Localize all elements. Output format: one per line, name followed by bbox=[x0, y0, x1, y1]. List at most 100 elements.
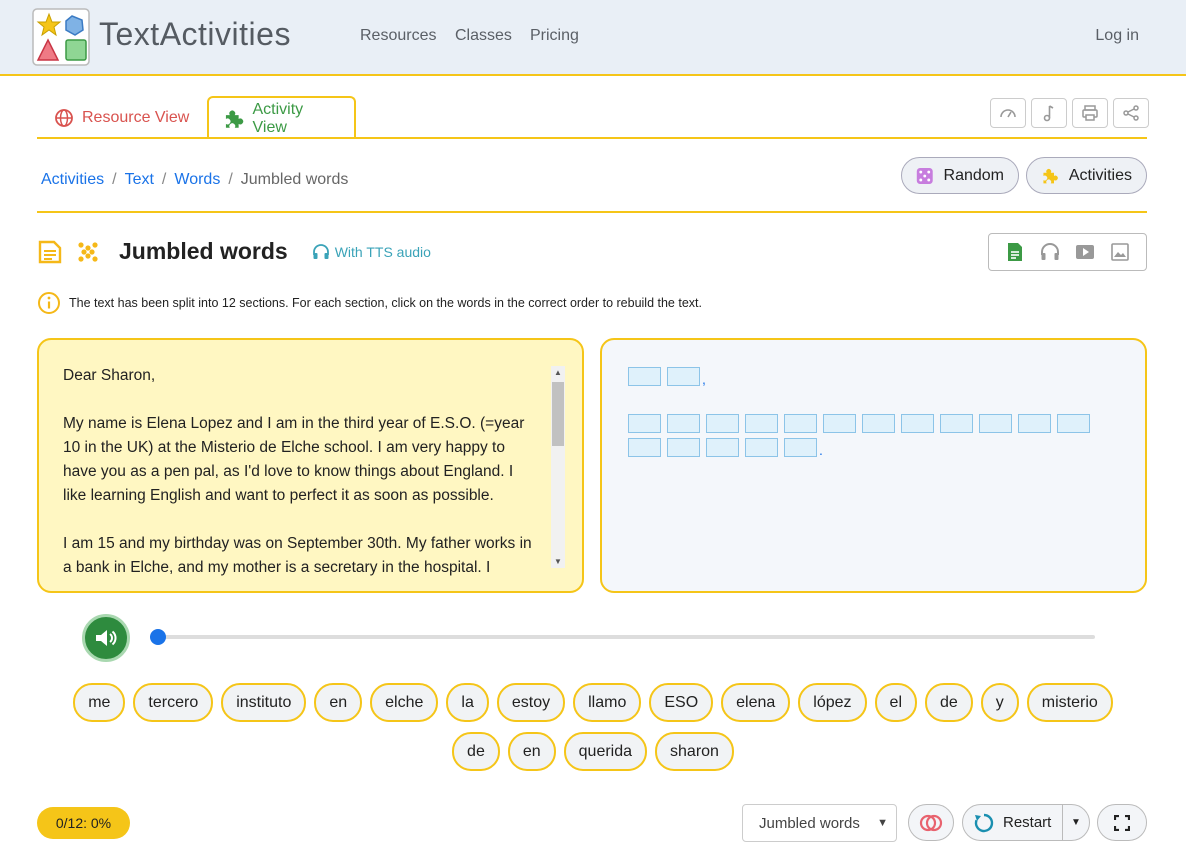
answer-panel: , . bbox=[600, 338, 1147, 593]
fullscreen-button[interactable] bbox=[1097, 804, 1147, 841]
word-chip[interactable]: querida bbox=[563, 732, 648, 771]
info-icon bbox=[38, 292, 60, 314]
answer-slot[interactable] bbox=[823, 414, 856, 433]
answer-slot[interactable] bbox=[667, 414, 700, 433]
audio-progress-track[interactable] bbox=[155, 635, 1095, 639]
answer-slot[interactable] bbox=[706, 438, 739, 457]
word-chip[interactable]: tercero bbox=[133, 683, 214, 722]
answer-slot[interactable] bbox=[1018, 414, 1051, 433]
answer-slot[interactable] bbox=[667, 367, 700, 386]
page-title: Jumbled words bbox=[119, 238, 288, 264]
answer-slot[interactable] bbox=[1057, 414, 1090, 433]
activity-mode-value: Jumbled words bbox=[759, 814, 860, 832]
word-chip[interactable]: ESO bbox=[649, 683, 714, 722]
word-chip[interactable]: en bbox=[314, 683, 363, 722]
text-scrollbar[interactable]: ▲ ▼ bbox=[551, 366, 565, 568]
answer-punctuation: . bbox=[819, 442, 823, 458]
word-chip[interactable]: me bbox=[73, 683, 126, 722]
dice-icon bbox=[916, 167, 933, 184]
audio-play-button[interactable] bbox=[82, 614, 130, 662]
answer-slot[interactable] bbox=[784, 414, 817, 433]
scroll-thumb[interactable] bbox=[552, 382, 564, 446]
word-chip[interactable]: la bbox=[446, 683, 489, 722]
audio-progress-thumb[interactable] bbox=[150, 629, 166, 645]
answer-slot[interactable] bbox=[706, 414, 739, 433]
restart-button[interactable]: Restart bbox=[962, 804, 1063, 841]
breadcrumb-current: Jumbled words bbox=[240, 171, 349, 188]
answer-slot[interactable] bbox=[901, 414, 934, 433]
video-play-icon[interactable] bbox=[1075, 242, 1095, 262]
word-chip[interactable]: elena bbox=[721, 683, 791, 722]
word-bank: me tercero instituto en elche la estoy llamo ESO… bbox=[50, 683, 1136, 771]
print-button[interactable] bbox=[1072, 98, 1108, 128]
word-chip[interactable]: llamo bbox=[573, 683, 642, 722]
source-text-panel[interactable]: Dear Sharon, My name is Elena Lopez and … bbox=[37, 338, 584, 593]
score-badge: 0/12: 0% bbox=[37, 807, 130, 839]
tab-activity-view[interactable]: Activity View bbox=[207, 96, 356, 139]
scroll-down-arrow[interactable]: ▼ bbox=[554, 557, 562, 566]
breadcrumb-separator: / bbox=[161, 171, 167, 188]
login-link[interactable]: Log in bbox=[1095, 27, 1139, 45]
scatter-dots-icon bbox=[78, 241, 98, 262]
nav-resources[interactable]: Resources bbox=[360, 27, 436, 45]
answer-slot[interactable] bbox=[628, 438, 661, 457]
answer-slot[interactable] bbox=[628, 414, 661, 433]
tab-underline bbox=[37, 137, 1147, 139]
word-chip[interactable]: sharon bbox=[655, 732, 734, 771]
word-chip[interactable]: el bbox=[874, 683, 917, 722]
share-button[interactable] bbox=[1113, 98, 1149, 128]
music-button[interactable] bbox=[1031, 98, 1067, 128]
image-icon[interactable] bbox=[1110, 242, 1130, 262]
answer-slot[interactable] bbox=[667, 438, 700, 457]
tab-resource-view[interactable]: Resource View bbox=[40, 96, 203, 139]
restart-icon bbox=[974, 813, 994, 832]
answer-row bbox=[628, 414, 1090, 433]
answer-slot[interactable] bbox=[784, 438, 817, 457]
breadcrumb-words[interactable]: Words bbox=[174, 171, 220, 189]
breadcrumb: Activities / Text / Words / Jumbled word… bbox=[41, 171, 348, 189]
word-chip[interactable]: de bbox=[452, 732, 500, 771]
restart-dropdown-toggle[interactable]: ▼ bbox=[1062, 804, 1090, 841]
puzzle-piece-icon bbox=[225, 110, 244, 128]
answer-slot[interactable] bbox=[745, 438, 778, 457]
answer-slot[interactable] bbox=[862, 414, 895, 433]
section-divider bbox=[37, 211, 1147, 213]
speaker-icon bbox=[96, 630, 117, 646]
caret-down-icon: ▼ bbox=[1071, 817, 1081, 828]
breadcrumb-text[interactable]: Text bbox=[125, 171, 154, 189]
answer-slot[interactable] bbox=[628, 367, 661, 386]
breadcrumb-activities[interactable]: Activities bbox=[41, 171, 104, 189]
speedometer-button[interactable] bbox=[990, 98, 1026, 128]
logo-icon[interactable] bbox=[32, 8, 92, 68]
activity-mode-select[interactable]: Jumbled words ▼ bbox=[742, 804, 897, 842]
word-chip[interactable]: lópez bbox=[798, 683, 867, 722]
word-chip[interactable]: elche bbox=[370, 683, 439, 722]
reset-circles-button[interactable] bbox=[908, 804, 954, 841]
breadcrumb-separator: / bbox=[112, 171, 117, 188]
word-chip[interactable]: en bbox=[507, 732, 556, 771]
text-mode-icon[interactable] bbox=[1005, 242, 1025, 262]
nav-pricing[interactable]: Pricing bbox=[530, 27, 579, 45]
random-label: Random bbox=[943, 166, 1004, 184]
activities-button[interactable]: Activities bbox=[1026, 157, 1147, 194]
answer-slot[interactable] bbox=[745, 414, 778, 433]
word-chip[interactable]: y bbox=[980, 683, 1019, 722]
answer-slot[interactable] bbox=[979, 414, 1012, 433]
scroll-up-arrow[interactable]: ▲ bbox=[554, 368, 562, 377]
word-chip[interactable]: estoy bbox=[496, 683, 566, 722]
globe-icon bbox=[55, 108, 73, 127]
word-chip[interactable]: misterio bbox=[1026, 683, 1113, 722]
word-chip[interactable]: de bbox=[925, 683, 973, 722]
nav-classes[interactable]: Classes bbox=[455, 27, 512, 45]
tts-badge: With TTS audio bbox=[312, 243, 431, 261]
random-button[interactable]: Random bbox=[901, 157, 1019, 194]
fullscreen-icon bbox=[1114, 814, 1130, 831]
word-chip[interactable]: instituto bbox=[221, 683, 307, 722]
top-navbar: TextActivities Resources Classes Pricing… bbox=[0, 0, 1186, 76]
answer-slot[interactable] bbox=[940, 414, 973, 433]
headphones-icon[interactable] bbox=[1040, 242, 1060, 262]
view-mode-group bbox=[988, 233, 1147, 271]
brand-name[interactable]: TextActivities bbox=[99, 16, 291, 53]
text-paragraph: Dear Sharon, bbox=[63, 367, 156, 384]
document-icon bbox=[38, 240, 62, 263]
